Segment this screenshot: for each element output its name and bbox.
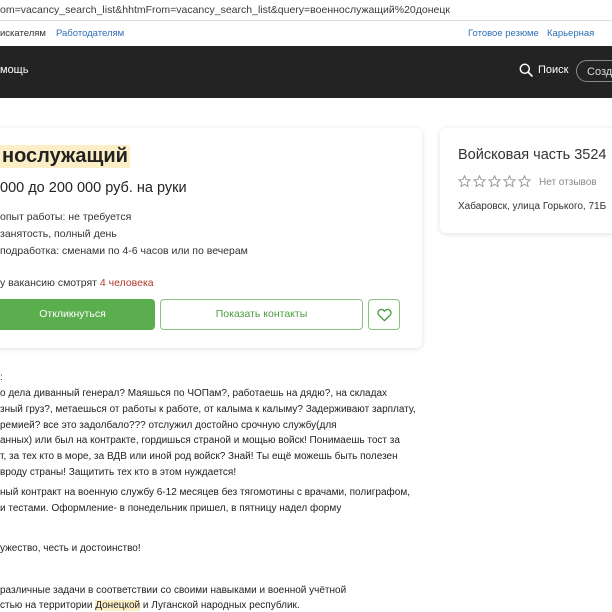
heart-icon xyxy=(377,308,392,322)
create-label: Созд xyxy=(587,66,612,78)
prop-part-time: подработка: сменами по 4-6 часов или по … xyxy=(0,245,248,257)
url-text: om=vacancy_search_list&hhtmFrom=vacancy_… xyxy=(0,4,450,16)
nav-help-link[interactable]: мощь xyxy=(0,64,28,76)
prop-employment: занятость, полный день xyxy=(0,228,117,240)
create-resume-button[interactable]: Созд xyxy=(576,60,612,82)
star-icon xyxy=(458,175,471,188)
employer-rating xyxy=(458,175,531,188)
description-line: ужество, честь и достоинство! xyxy=(0,543,141,554)
link-job-seekers[interactable]: искателям xyxy=(0,21,46,46)
description-line: зный груз?, метаешься от работы к работе… xyxy=(0,404,416,415)
star-icon xyxy=(473,175,486,188)
last-line-prefix: стью на территории xyxy=(0,600,96,611)
description-heading: : xyxy=(0,372,3,383)
search-icon xyxy=(519,63,533,77)
last-line-suffix: и Луганской народных республик. xyxy=(140,600,300,611)
description-last-line: стью на территории Донецкой и Луганской … xyxy=(0,600,300,611)
description-line: различные задачи в соответствии со своим… xyxy=(0,585,347,596)
favorite-button[interactable] xyxy=(368,299,400,330)
prop-experience: опыт работы: не требуется xyxy=(0,211,132,223)
description-line: т, за тех кто в море, за ВДВ или иной ро… xyxy=(0,451,398,462)
apply-button[interactable]: Откликнуться xyxy=(0,299,155,330)
description-line: анных) или был на контракте, гордишься с… xyxy=(0,435,400,446)
description-line: ремией? все это задолбало??? отслужил до… xyxy=(0,420,337,431)
employer-name[interactable]: Войсковая часть 3524 xyxy=(458,147,607,163)
browser-url-bar[interactable]: om=vacancy_search_list&hhtmFrom=vacancy_… xyxy=(0,0,612,21)
top-links-bar: искателям Работодателям Готовое резюме К… xyxy=(0,21,612,64)
show-contacts-button[interactable]: Показать контакты xyxy=(160,299,363,330)
main-navigation: мощь Поиск Созд xyxy=(0,46,612,98)
search-label: Поиск xyxy=(538,64,569,76)
no-reviews-label[interactable]: Нет отзывов xyxy=(539,177,597,188)
description-line: о дела диванный генерал? Маяшься по ЧОПа… xyxy=(0,388,388,399)
viewers-prefix: у вакансию смотрят xyxy=(0,277,100,289)
vacancy-salary: 000 до 200 000 руб. на руки xyxy=(0,180,187,196)
vacancy-viewers: у вакансию смотрят 4 человека xyxy=(0,277,154,289)
description-line: вроду страны! Защитить тех кто в этом ну… xyxy=(0,467,237,478)
star-icon xyxy=(488,175,501,188)
viewers-count: 4 человека xyxy=(99,277,154,289)
description-line: и тестами. Оформление- в понедельник при… xyxy=(0,503,342,514)
description-line: ный контракт на военную службу 6-12 меся… xyxy=(0,487,410,498)
employer-address: Хабаровск, улица Горького, 71Б xyxy=(458,201,607,212)
star-icon xyxy=(518,175,531,188)
link-employers[interactable]: Работодателям xyxy=(56,21,124,46)
link-ready-resume[interactable]: Готовое резюме xyxy=(468,21,539,46)
highlighted-word: Донецкой xyxy=(95,600,141,611)
nav-search-button[interactable]: Поиск xyxy=(519,63,568,77)
star-icon xyxy=(503,175,516,188)
vacancy-title: нослужащий xyxy=(0,145,130,168)
